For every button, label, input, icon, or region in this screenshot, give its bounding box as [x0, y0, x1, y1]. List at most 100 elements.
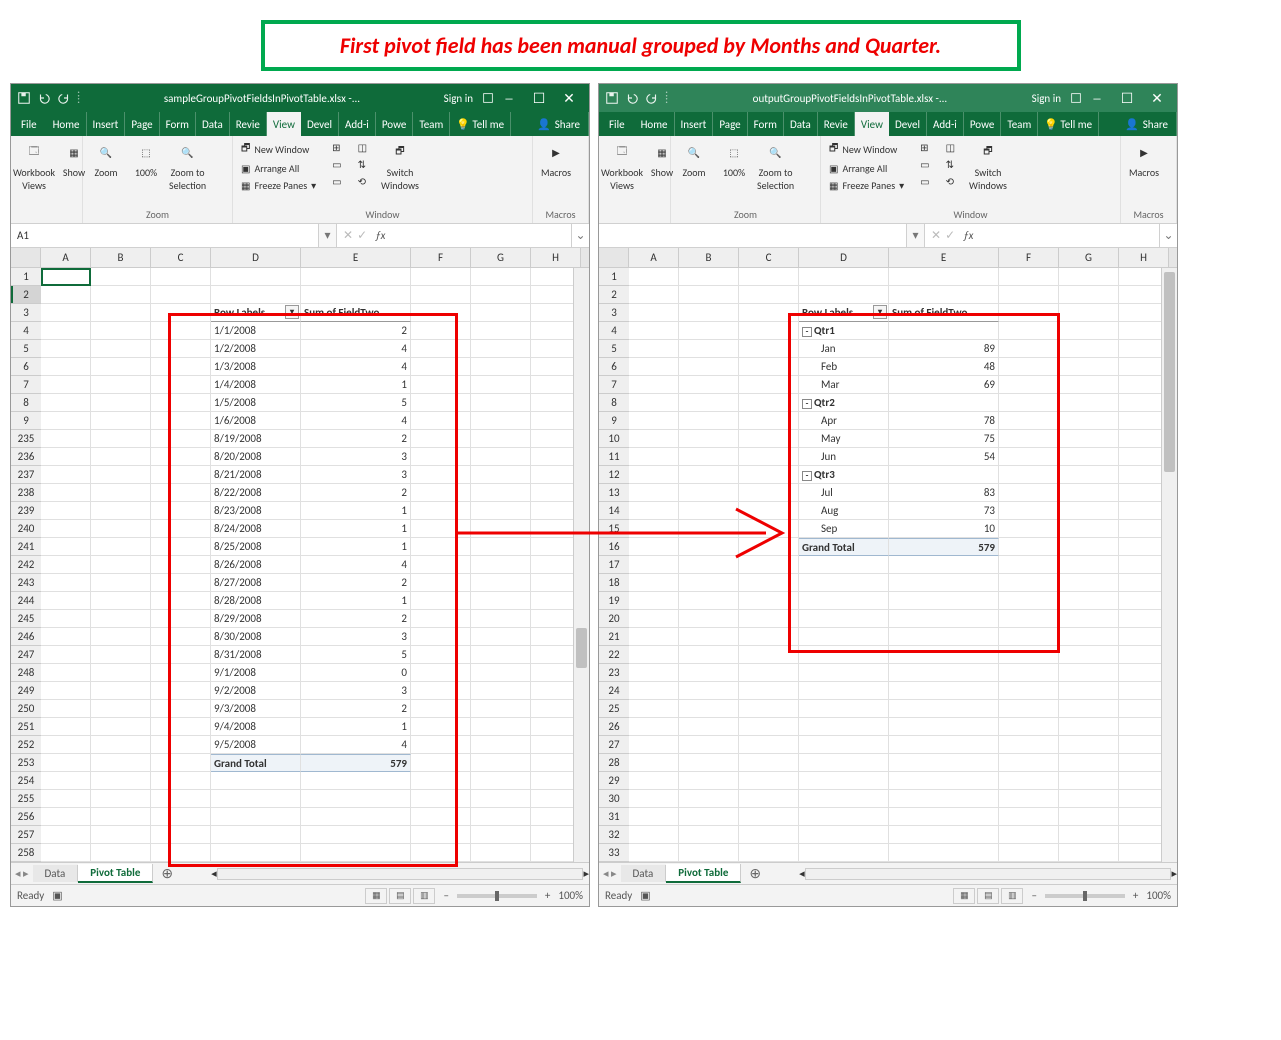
cell[interactable] — [679, 592, 739, 610]
pivot-row-value[interactable]: 1 — [301, 520, 411, 538]
cell[interactable] — [411, 772, 471, 790]
cell[interactable] — [91, 772, 151, 790]
filter-dropdown-icon[interactable]: ▾ — [285, 305, 299, 319]
cell[interactable] — [91, 484, 151, 502]
tell-me[interactable]: 💡 Tell me — [450, 112, 511, 136]
cell[interactable] — [679, 430, 739, 448]
cell[interactable] — [151, 376, 211, 394]
cell[interactable] — [1059, 628, 1119, 646]
ribbon-tab-revie[interactable]: Revie — [230, 112, 267, 136]
cell[interactable] — [1059, 646, 1119, 664]
collapse-icon[interactable]: - — [802, 471, 812, 481]
pivot-row-label[interactable]: 9/2/2008 — [211, 682, 301, 700]
cell[interactable] — [41, 790, 91, 808]
row-header-2[interactable]: 2 — [11, 286, 41, 304]
row-header-28[interactable]: 28 — [599, 754, 629, 772]
cell[interactable] — [1059, 484, 1119, 502]
cell[interactable] — [151, 286, 211, 304]
cell[interactable] — [889, 268, 999, 286]
row-header-247[interactable]: 247 — [11, 646, 41, 664]
pivot-row-label[interactable]: 9/4/2008 — [211, 718, 301, 736]
cell[interactable] — [471, 484, 531, 502]
hide-button[interactable]: ▭ — [918, 157, 931, 172]
cell[interactable] — [629, 376, 679, 394]
sheet-tab-pivot[interactable]: Pivot Table — [78, 864, 153, 883]
cell[interactable] — [999, 538, 1059, 556]
cell[interactable] — [91, 520, 151, 538]
cell[interactable] — [629, 826, 679, 844]
pivot-quarter-label[interactable]: -Qtr1 — [799, 322, 889, 340]
cell[interactable] — [739, 538, 799, 556]
cell[interactable] — [1059, 430, 1119, 448]
cell[interactable] — [679, 394, 739, 412]
ribbon-tab-view[interactable]: View — [855, 112, 889, 136]
cell[interactable] — [739, 340, 799, 358]
cell[interactable] — [1059, 808, 1119, 826]
cell[interactable] — [151, 430, 211, 448]
cell[interactable] — [41, 556, 91, 574]
cell[interactable] — [629, 286, 679, 304]
row-header-241[interactable]: 241 — [11, 538, 41, 556]
pivot-row-label[interactable]: 1/1/2008 — [211, 322, 301, 340]
sheet-tab-data[interactable]: Data — [33, 865, 79, 882]
freeze-panes-button[interactable]: ▦Freeze Panes ▾ — [239, 178, 318, 193]
cell[interactable] — [679, 340, 739, 358]
cell[interactable] — [471, 700, 531, 718]
cell[interactable] — [739, 304, 799, 322]
pivot-row-value[interactable]: 5 — [301, 646, 411, 664]
close-button[interactable]: ✕ — [555, 86, 583, 110]
cell[interactable] — [679, 286, 739, 304]
cell[interactable] — [739, 322, 799, 340]
cell[interactable] — [739, 628, 799, 646]
cell[interactable] — [151, 340, 211, 358]
cell[interactable] — [739, 484, 799, 502]
cell[interactable] — [91, 502, 151, 520]
cell[interactable] — [471, 286, 531, 304]
pivot-values-header[interactable]: Sum of FieldTwo — [301, 304, 411, 322]
row-header-9[interactable]: 9 — [11, 412, 41, 430]
cell[interactable] — [151, 790, 211, 808]
cell-G1[interactable] — [471, 268, 531, 286]
cell[interactable] — [679, 754, 739, 772]
cell[interactable] — [411, 340, 471, 358]
pivot-row-label[interactable]: 9/3/2008 — [211, 700, 301, 718]
cell[interactable] — [41, 376, 91, 394]
row-header-9[interactable]: 9 — [599, 412, 629, 430]
row-header-23[interactable]: 23 — [599, 664, 629, 682]
cancel-formula-icon[interactable]: ✕ — [343, 228, 353, 243]
pivot-month-label[interactable]: Jun — [799, 448, 889, 466]
cell[interactable] — [889, 664, 999, 682]
zoom-selection-button[interactable]: 🔍Zoom to Selection — [169, 140, 206, 192]
cell[interactable] — [301, 826, 411, 844]
cell[interactable] — [151, 772, 211, 790]
cell[interactable] — [41, 700, 91, 718]
cell[interactable] — [91, 664, 151, 682]
cell[interactable] — [999, 376, 1059, 394]
cell[interactable] — [151, 736, 211, 754]
cell[interactable] — [1059, 826, 1119, 844]
cell[interactable] — [41, 430, 91, 448]
cell[interactable] — [41, 808, 91, 826]
row-header-257[interactable]: 257 — [11, 826, 41, 844]
pivot-row-value[interactable]: 3 — [301, 628, 411, 646]
sheet-add-button[interactable]: ⊕ — [741, 865, 769, 882]
cell[interactable] — [1059, 322, 1119, 340]
cell[interactable] — [629, 682, 679, 700]
cell[interactable] — [41, 412, 91, 430]
cell[interactable] — [41, 484, 91, 502]
cell[interactable] — [91, 808, 151, 826]
cell[interactable] — [41, 664, 91, 682]
row-header-5[interactable]: 5 — [599, 340, 629, 358]
column-header-C[interactable]: C — [739, 248, 799, 267]
row-header-5[interactable]: 5 — [11, 340, 41, 358]
pivot-month-value[interactable]: 73 — [889, 502, 999, 520]
row-header-6[interactable]: 6 — [11, 358, 41, 376]
row-header-13[interactable]: 13 — [599, 484, 629, 502]
ribbon-tab-devel[interactable]: Devel — [889, 112, 927, 136]
pivot-row-label[interactable]: 1/4/2008 — [211, 376, 301, 394]
row-header-30[interactable]: 30 — [599, 790, 629, 808]
cell[interactable] — [41, 574, 91, 592]
cell[interactable] — [411, 484, 471, 502]
cell[interactable] — [799, 574, 889, 592]
signin-link[interactable]: Sign in — [1032, 92, 1061, 105]
